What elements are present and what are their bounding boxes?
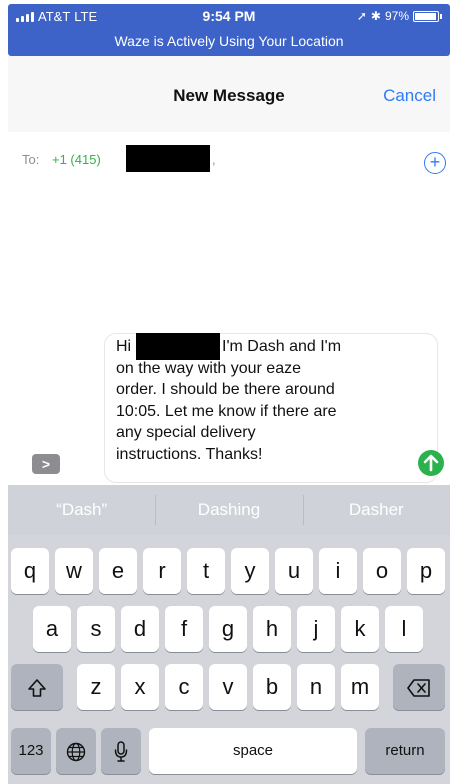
message-line-2: on the way with your eaze <box>116 359 301 377</box>
key-n[interactable]: n <box>297 664 335 710</box>
redaction-box <box>136 333 220 360</box>
key-p[interactable]: p <box>407 548 445 594</box>
redaction-box <box>126 145 210 172</box>
app-frame: AT&T LTE 9:54 PM ➚ ✱ 97% Waze is Activel… <box>0 0 458 784</box>
dictation-key[interactable] <box>101 728 141 774</box>
delete-key[interactable] <box>393 664 445 710</box>
suggestion-3[interactable]: Dasher <box>302 485 450 535</box>
shift-key[interactable] <box>11 664 63 710</box>
battery-cap <box>440 13 442 19</box>
navigation-bar: New Message Cancel <box>8 56 450 132</box>
status-bar[interactable]: AT&T LTE 9:54 PM ➚ ✱ 97% Waze is Activel… <box>8 4 450 56</box>
key-i[interactable]: i <box>319 548 357 594</box>
arrow-up-icon <box>423 454 439 472</box>
space-key[interactable]: space <box>149 728 357 774</box>
location-banner[interactable]: Waze is Actively Using Your Location <box>8 33 450 49</box>
numbers-key[interactable]: 123 <box>11 728 51 774</box>
backspace-icon <box>407 679 430 697</box>
battery-icon <box>413 10 439 22</box>
key-v[interactable]: v <box>209 664 247 710</box>
key-j[interactable]: j <box>297 606 335 652</box>
shift-arrow-icon <box>28 679 46 697</box>
key-h[interactable]: h <box>253 606 291 652</box>
key-e[interactable]: e <box>99 548 137 594</box>
message-thread <box>8 188 450 328</box>
microphone-icon <box>114 741 128 762</box>
key-k[interactable]: k <box>341 606 379 652</box>
suggestion-1[interactable]: “Dash” <box>8 485 155 535</box>
key-x[interactable]: x <box>121 664 159 710</box>
location-arrow-icon: ➚ <box>356 9 367 23</box>
to-label: To: <box>22 152 40 167</box>
status-row: AT&T LTE 9:54 PM ➚ ✱ 97% <box>8 7 450 27</box>
message-line-6: instructions. Thanks! <box>116 445 263 463</box>
key-s[interactable]: s <box>77 606 115 652</box>
battery-percent: 97% <box>384 9 409 23</box>
key-a[interactable]: a <box>33 606 71 652</box>
key-f[interactable]: f <box>165 606 203 652</box>
recipient-separator: , <box>212 152 216 167</box>
key-b[interactable]: b <box>253 664 291 710</box>
key-g[interactable]: g <box>209 606 247 652</box>
key-q[interactable]: q <box>11 548 49 594</box>
keyboard: “Dash” Dashing Dasher q w e r t y u i o … <box>8 485 450 784</box>
key-u[interactable]: u <box>275 548 313 594</box>
key-o[interactable]: o <box>363 548 401 594</box>
globe-icon <box>66 742 86 762</box>
cancel-button[interactable]: Cancel <box>383 86 436 106</box>
add-contact-icon[interactable]: + <box>424 152 446 174</box>
status-indicators: ➚ ✱ 97% <box>357 9 442 23</box>
key-d[interactable]: d <box>121 606 159 652</box>
key-l[interactable]: l <box>385 606 423 652</box>
return-key[interactable]: return <box>365 728 445 774</box>
message-line-4: 10:05. Let me know if there are <box>116 402 337 420</box>
predictive-bar: “Dash” Dashing Dasher <box>8 485 450 535</box>
key-y[interactable]: y <box>231 548 269 594</box>
suggestion-2[interactable]: Dashing <box>155 485 302 535</box>
send-button[interactable] <box>418 450 444 476</box>
message-line-5: any special delivery <box>116 424 256 441</box>
compose-area: > Hi, I'm Dash and I'm on the way with y… <box>8 328 450 485</box>
recipient-row[interactable]: To: +1 (415) , + <box>8 132 450 188</box>
key-m[interactable]: m <box>341 664 379 710</box>
key-c[interactable]: c <box>165 664 203 710</box>
key-z[interactable]: z <box>77 664 115 710</box>
globe-key[interactable] <box>56 728 96 774</box>
bluetooth-icon: ✱ <box>370 9 381 23</box>
key-t[interactable]: t <box>187 548 225 594</box>
key-w[interactable]: w <box>55 548 93 594</box>
recipient-number[interactable]: +1 (415) <box>52 152 101 167</box>
key-r[interactable]: r <box>143 548 181 594</box>
expand-apps-button[interactable]: > <box>32 454 60 474</box>
message-line-3: order. I should be there around <box>116 381 335 398</box>
